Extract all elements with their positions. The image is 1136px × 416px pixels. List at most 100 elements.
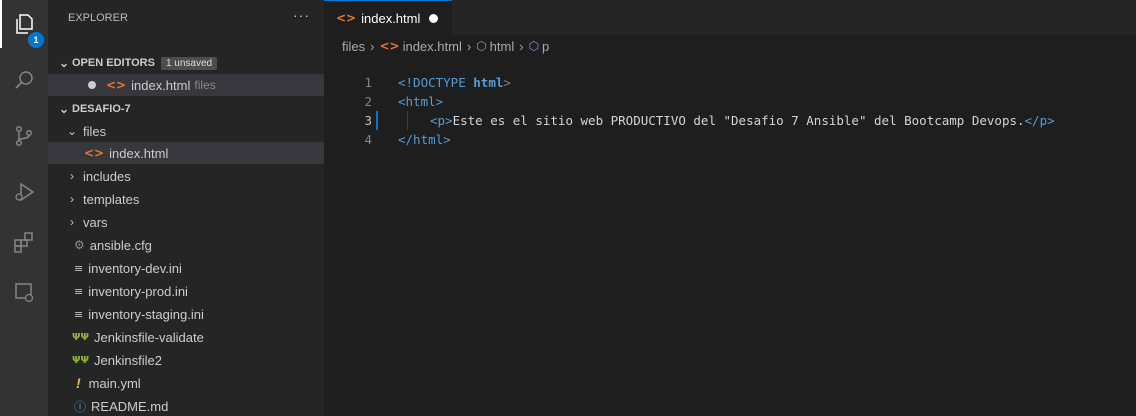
tree-item-readme[interactable]: ⓘ README.md	[48, 395, 324, 416]
open-editors-header[interactable]: ⌄ OPEN EDITORS 1 unsaved	[48, 52, 324, 74]
code-line-current: 3 <p>Este es el sitio web PRODUCTIVO del…	[324, 111, 1136, 130]
workspace-label: DESAFIO-7	[72, 103, 131, 115]
tree-item-includes[interactable]: › includes	[48, 165, 324, 187]
tree-item-main-yml[interactable]: ! main.yml	[48, 372, 324, 394]
tree-item-label: Jenkinsfile-validate	[94, 329, 204, 345]
jenkins-icon: ΨΨ	[72, 331, 89, 343]
html-file-icon: <>	[84, 146, 105, 160]
code-line: 4 </html>	[324, 130, 1136, 149]
gear-icon: ⚙	[74, 238, 85, 252]
extensions-activity-button[interactable]	[0, 218, 48, 266]
source-control-icon	[15, 125, 33, 147]
chevron-right-icon: ›	[70, 169, 74, 183]
open-editors-label: OPEN EDITORS	[72, 57, 155, 69]
info-icon: ⓘ	[74, 399, 87, 414]
code-editor[interactable]: 1 <!DOCTYPE html> 2 <html> 3 <p>Este es …	[324, 57, 1136, 416]
html-close-tag: </html>	[398, 132, 451, 147]
more-actions-button[interactable]: ···	[293, 7, 310, 23]
open-editor-folder: files	[194, 78, 216, 92]
tree-item-inventory-prod[interactable]: ≡ inventory-prod.ini	[48, 280, 324, 302]
remote-explorer-icon	[15, 283, 34, 303]
chevron-right-icon: ›	[466, 38, 472, 54]
html-file-icon: <>	[336, 11, 357, 25]
tab-index-html[interactable]: <> index.html	[324, 0, 452, 35]
tree-item-label: index.html	[109, 145, 169, 161]
line-number: 4	[364, 132, 372, 147]
workspace-header[interactable]: ⌄ DESAFIO-7	[48, 98, 324, 120]
tree-item-ansible-cfg[interactable]: ⚙ ansible.cfg	[48, 234, 324, 256]
tree-item-label: vars	[83, 214, 108, 230]
current-line-indicator	[376, 111, 378, 130]
run-debug-activity-button[interactable]	[0, 168, 48, 216]
code-line: 2 <html>	[324, 92, 1136, 111]
chevron-right-icon: ›	[70, 215, 74, 229]
open-editor-item[interactable]: <> index.html files	[48, 74, 324, 96]
tree-item-jenkinsfile2[interactable]: ΨΨ Jenkinsfile2	[48, 349, 324, 371]
explorer-sidebar: EXPLORER ··· ⌄ OPEN EDITORS 1 unsaved <>…	[48, 0, 324, 416]
settings-file-icon: ≡	[74, 307, 84, 321]
breadcrumb-item-file[interactable]: index.html	[403, 39, 462, 54]
chevron-right-icon: ›	[519, 38, 524, 54]
line-number: 1	[364, 75, 372, 90]
tree-item-label: files	[83, 123, 107, 139]
symbol-element-icon: ⬡	[476, 39, 487, 53]
remote-explorer-activity-button[interactable]	[0, 268, 48, 316]
search-activity-button[interactable]	[0, 56, 48, 104]
breadcrumb: files › <> index.html › ⬡ html › ⬡ p	[324, 35, 1136, 57]
breadcrumb-item-files[interactable]: files	[342, 39, 365, 54]
editor-tab-bar: <> index.html	[324, 0, 1136, 35]
yaml-file-icon: !	[76, 375, 81, 391]
tree-item-vars[interactable]: › vars	[48, 211, 324, 233]
explorer-badge: 1	[28, 32, 44, 48]
indent-guide	[407, 111, 408, 130]
paragraph-text: Este es el sitio web PRODUCTIVO del "Des…	[452, 113, 1025, 128]
open-editor-filename: index.html	[131, 77, 191, 93]
unsaved-dot-icon	[88, 81, 96, 89]
activity-bar: 1	[0, 0, 48, 416]
tree-item-index-html[interactable]: <> index.html	[48, 142, 324, 164]
tree-item-label: templates	[83, 191, 140, 207]
doctype-token: <!DOCTYPE	[398, 75, 466, 90]
extensions-icon	[14, 232, 33, 253]
tree-item-label: README.md	[91, 398, 169, 414]
explorer-activity-button[interactable]: 1	[0, 0, 48, 48]
tree-item-label: inventory-dev.ini	[88, 260, 182, 276]
source-control-activity-button[interactable]	[0, 112, 48, 160]
run-debug-icon	[15, 182, 35, 202]
html-keyword-token: html	[473, 75, 504, 90]
tree-item-label: ansible.cfg	[89, 237, 152, 253]
unsaved-badge: 1 unsaved	[160, 56, 218, 70]
line-number: 2	[364, 94, 372, 109]
tree-item-templates[interactable]: › templates	[48, 188, 324, 210]
explorer-title: EXPLORER	[68, 11, 128, 24]
chevron-down-icon: ⌄	[66, 124, 78, 138]
tree-item-label: Jenkinsfile2	[94, 352, 162, 368]
tree-item-label: inventory-staging.ini	[88, 306, 204, 322]
chevron-right-icon: ›	[70, 192, 74, 206]
p-open-tag: <p>	[430, 113, 453, 128]
bracket-token: >	[503, 75, 511, 90]
html-file-icon: <>	[106, 78, 127, 92]
breadcrumb-item-p[interactable]: p	[542, 39, 549, 54]
tab-label: index.html	[361, 10, 421, 26]
settings-file-icon: ≡	[74, 261, 84, 275]
tree-item-inventory-staging[interactable]: ≡ inventory-staging.ini	[48, 303, 324, 325]
tree-item-inventory-dev[interactable]: ≡ inventory-dev.ini	[48, 257, 324, 279]
chevron-down-icon: ⌄	[58, 56, 70, 70]
symbol-element-icon: ⬡	[528, 39, 540, 53]
jenkins-icon: ΨΨ	[72, 354, 89, 366]
code-line: 1 <!DOCTYPE html>	[324, 73, 1136, 92]
tree-item-jenkinsfile-validate[interactable]: ΨΨ Jenkinsfile-validate	[48, 326, 324, 348]
code-content: <p>Este es el sitio web PRODUCTIVO del "…	[430, 113, 1055, 128]
p-close-tag: </p>	[1024, 113, 1055, 128]
unsaved-dot-icon[interactable]	[429, 13, 439, 23]
tree-item-files[interactable]: ⌄ files	[48, 120, 324, 142]
chevron-right-icon: ›	[370, 38, 375, 54]
tree-item-label: main.yml	[88, 375, 141, 391]
html-open-tag: <html>	[398, 94, 444, 109]
chevron-down-icon: ⌄	[58, 102, 70, 116]
html-file-icon: <>	[379, 39, 400, 53]
tree-item-label: includes	[83, 168, 131, 184]
code-content: <!DOCTYPE html>	[398, 75, 511, 90]
breadcrumb-item-html[interactable]: html	[490, 39, 515, 54]
